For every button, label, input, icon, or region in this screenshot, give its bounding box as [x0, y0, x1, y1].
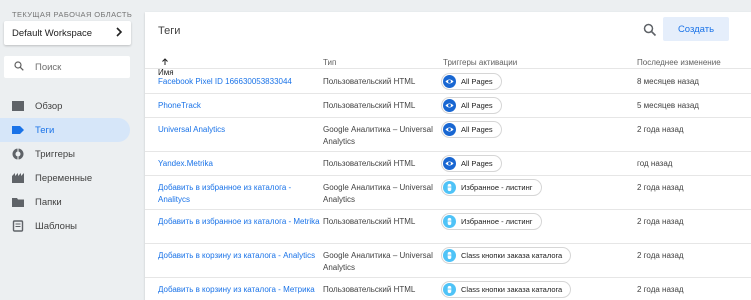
sidebar-item-label: Обзор [35, 100, 63, 112]
tags-table: Facebook Pixel ID 166630053833044 Пользо… [145, 68, 751, 300]
sidebar-item-label: Папки [35, 196, 62, 208]
tag-name-link[interactable]: Добавить в корзину из каталога - Метрика [158, 284, 323, 296]
table-row[interactable]: PhoneTrack Пользовательский HTML All Pag… [145, 93, 751, 117]
sidebar-item-label: Триггеры [35, 148, 75, 160]
tag-type: Пользовательский HTML [323, 159, 416, 168]
trigger-label: All Pages [461, 125, 493, 134]
click-icon [443, 283, 456, 296]
trigger-label: All Pages [461, 101, 493, 110]
trigger-label: All Pages [461, 77, 493, 86]
eye-icon [443, 123, 456, 136]
tag-type: Пользовательский HTML [323, 101, 416, 110]
trigger-label: Class кнопки заказа каталога [461, 251, 563, 260]
table-row[interactable]: Yandex.Metrika Пользовательский HTML All… [145, 151, 751, 175]
trigger-chip[interactable]: All Pages [441, 155, 502, 172]
trigger-chip[interactable]: All Pages [441, 121, 502, 138]
trigger-label: Избранное - листинг [461, 183, 533, 192]
overview-icon [12, 100, 24, 112]
trigger-label: Class кнопки заказа каталога [461, 285, 563, 294]
tag-type: Пользовательский HTML [323, 77, 416, 86]
click-icon [443, 249, 456, 262]
table-row[interactable]: Добавить в корзину из каталога - Метрика… [145, 277, 751, 300]
column-header-modified[interactable]: Последнее изменение [637, 58, 721, 67]
tag-type: Пользовательский HTML [323, 217, 416, 226]
tag-type: Google Аналитика – Universal Analytics [323, 251, 433, 272]
modified-time: 2 года назад [637, 251, 684, 260]
modified-time: 2 года назад [637, 285, 684, 294]
create-button[interactable]: Создать [663, 17, 729, 41]
page-title: Теги [158, 25, 181, 37]
modified-time: год назад [637, 159, 673, 168]
modified-time: 2 года назад [637, 183, 684, 192]
click-icon [443, 181, 456, 194]
modified-time: 5 месяцев назад [637, 101, 699, 110]
template-icon [12, 220, 24, 232]
workspace-name: Default Workspace [12, 27, 93, 39]
click-icon [443, 215, 456, 228]
trigger-chip[interactable]: All Pages [441, 97, 502, 114]
sidebar-item-templates[interactable]: Шаблоны [0, 214, 130, 238]
eye-icon [443, 75, 456, 88]
tag-icon [12, 124, 24, 136]
variables-icon [12, 172, 24, 184]
sidebar-nav: Обзор Теги Триггеры Переменные Папки Шаб… [0, 94, 130, 238]
trigger-label: Избранное - листинг [461, 217, 533, 226]
table-row[interactable]: Добавить в корзину из каталога - Analyti… [145, 243, 751, 277]
column-header-name[interactable]: Имя [158, 58, 174, 77]
tag-name-link[interactable]: PhoneTrack [158, 100, 323, 112]
table-row[interactable]: Facebook Pixel ID 166630053833044 Пользо… [145, 68, 751, 93]
tag-name-link[interactable]: Yandex.Metrika [158, 158, 323, 170]
arrow-up-icon [162, 58, 168, 65]
trigger-chip[interactable]: Class кнопки заказа каталога [441, 247, 572, 264]
tags-panel: Теги Создать Имя Тип Триггеры активации … [145, 12, 751, 300]
table-row[interactable]: Добавить в избранное из каталога - Metri… [145, 209, 751, 243]
modified-time: 2 года назад [637, 125, 684, 134]
tag-name-link[interactable]: Добавить в корзину из каталога - Analyti… [158, 250, 323, 262]
search-icon[interactable] [643, 23, 657, 37]
chevron-right-icon [115, 26, 123, 40]
sidebar: ТЕКУЩАЯ РАБОЧАЯ ОБЛАСТЬ Default Workspac… [0, 0, 138, 300]
search-placeholder: Поиск [35, 61, 62, 73]
trigger-chip[interactable]: Избранное - листинг [441, 179, 542, 196]
tag-name-link[interactable]: Добавить в избранное из каталога - Anali… [158, 182, 323, 206]
modified-time: 8 месяцев назад [637, 77, 699, 86]
trigger-label: All Pages [461, 159, 493, 168]
sidebar-item-label: Теги [35, 124, 55, 136]
table-row[interactable]: Universal Analytics Google Аналитика – U… [145, 117, 751, 151]
modified-time: 2 года назад [637, 217, 684, 226]
sidebar-item-triggers[interactable]: Триггеры [0, 142, 130, 166]
tag-type: Google Аналитика – Universal Analytics [323, 183, 433, 204]
tag-name-link[interactable]: Facebook Pixel ID 166630053833044 [158, 76, 323, 88]
folder-icon [12, 196, 24, 208]
trigger-chip[interactable]: Избранное - листинг [441, 213, 542, 230]
table-row[interactable]: Добавить в избранное из каталога - Anali… [145, 175, 751, 209]
workspace-caption: ТЕКУЩАЯ РАБОЧАЯ ОБЛАСТЬ [12, 10, 133, 19]
eye-icon [443, 157, 456, 170]
column-header-type[interactable]: Тип [323, 58, 336, 67]
tag-type: Google Аналитика – Universal Analytics [323, 125, 433, 146]
sidebar-item-tags[interactable]: Теги [0, 118, 130, 142]
tag-name-link[interactable]: Добавить в избранное из каталога - Metri… [158, 216, 323, 228]
trigger-icon [12, 148, 24, 160]
eye-icon [443, 99, 456, 112]
search-icon [14, 60, 35, 74]
tag-name-link[interactable]: Universal Analytics [158, 124, 323, 136]
sidebar-item-label: Шаблоны [35, 220, 78, 232]
workspace-selector[interactable]: Default Workspace [4, 21, 131, 45]
tag-type: Пользовательский HTML [323, 285, 416, 294]
sidebar-item-label: Переменные [35, 172, 93, 184]
sidebar-item-overview[interactable]: Обзор [0, 94, 130, 118]
sidebar-item-folders[interactable]: Папки [0, 190, 130, 214]
column-header-triggers[interactable]: Триггеры активации [443, 58, 517, 67]
trigger-chip[interactable]: All Pages [441, 73, 502, 90]
search-input[interactable]: Поиск [4, 56, 130, 78]
sidebar-item-variables[interactable]: Переменные [0, 166, 130, 190]
trigger-chip[interactable]: Class кнопки заказа каталога [441, 281, 572, 298]
